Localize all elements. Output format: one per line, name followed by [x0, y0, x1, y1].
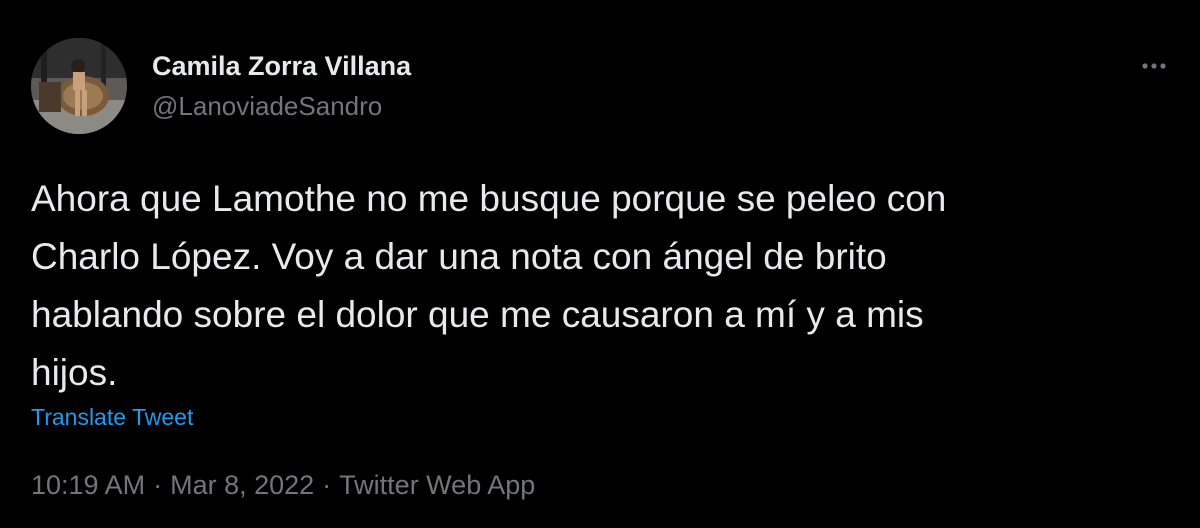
avatar[interactable]	[31, 38, 127, 134]
avatar-image	[31, 38, 127, 134]
author-display-name[interactable]: Camila Zorra Villana	[152, 50, 411, 82]
tweet-meta: 10:19 AM · Mar 8, 2022 · Twitter Web App	[31, 468, 535, 502]
meta-separator: ·	[153, 470, 163, 500]
meta-separator: ·	[322, 470, 332, 500]
tweet-card: Camila Zorra Villana @LanoviadeSandro Ah…	[0, 0, 1200, 528]
tweet-text: Ahora que Lamothe no me busque porque se…	[31, 178, 947, 393]
tweet-time[interactable]: 10:19 AM	[31, 470, 145, 500]
more-horizontal-icon	[1142, 63, 1166, 69]
tweet-date[interactable]: Mar 8, 2022	[170, 470, 314, 500]
tweet-source[interactable]: Twitter Web App	[339, 470, 535, 500]
more-options-button[interactable]	[1134, 54, 1174, 78]
translate-tweet-link[interactable]: Translate Tweet	[31, 402, 193, 432]
author-handle[interactable]: @LanoviadeSandro	[152, 90, 382, 122]
